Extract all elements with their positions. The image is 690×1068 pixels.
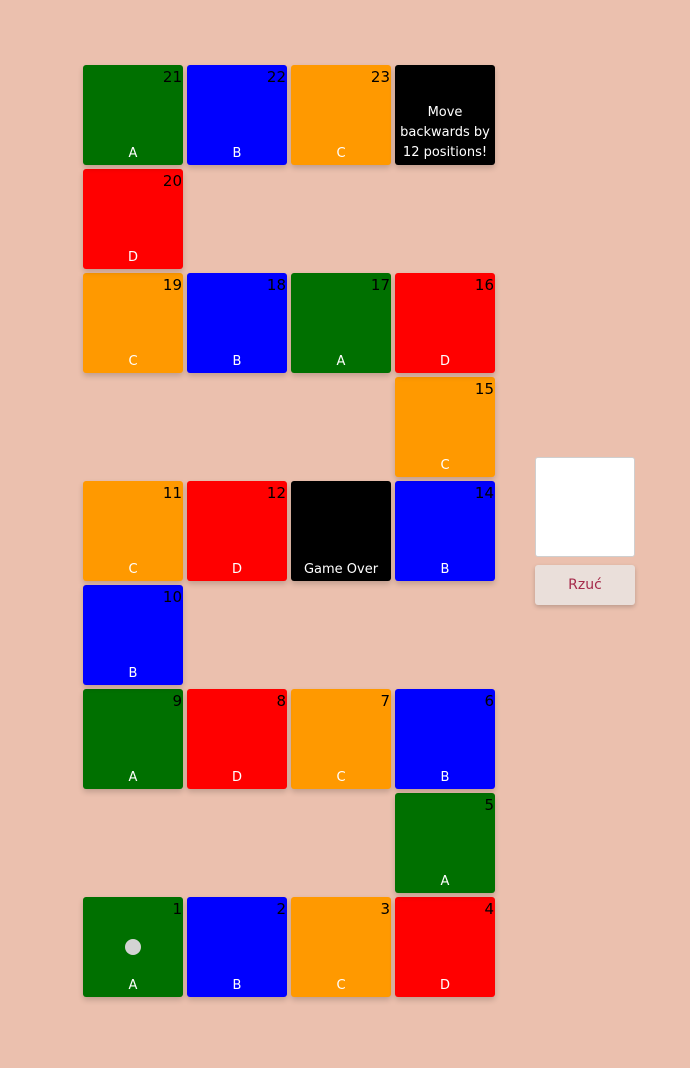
board-tile-5: 5A: [395, 793, 495, 893]
tile-number: 11: [162, 484, 182, 502]
dice-display: [535, 457, 635, 557]
tile-number: 10: [162, 588, 182, 606]
board-tile-3: 3C: [291, 897, 391, 997]
board-tile-23: 23 C: [291, 65, 391, 165]
tile-number: 19: [162, 276, 182, 294]
tile-number: 7: [380, 692, 390, 710]
tile-label: C: [128, 354, 138, 369]
tile-label: Game Over: [303, 562, 379, 577]
tile-label: C: [336, 146, 346, 161]
tile-number: 2: [276, 900, 286, 918]
board-tile-18: 18 B: [187, 273, 287, 373]
tile-label: C: [128, 562, 138, 577]
board-tile-17: 17 A: [291, 273, 391, 373]
board-tile-9: 9A: [83, 689, 183, 789]
board-tile-1: 1A: [83, 897, 183, 997]
board-tile-6: 6B: [395, 689, 495, 789]
board-tile-20: 20 D: [83, 169, 183, 269]
board-tile-22: 22 B: [187, 65, 287, 165]
tile-label: D: [231, 770, 242, 785]
board-tile-14: 14 B: [395, 481, 495, 581]
tile-number: 23: [370, 68, 390, 86]
tile-number: 21: [162, 68, 182, 86]
board-tile-10: 10 B: [83, 585, 183, 685]
board-tile-15: 15 C: [395, 377, 495, 477]
tile-label: B: [232, 978, 242, 993]
tile-number: 6: [484, 692, 494, 710]
tile-number: 22: [266, 68, 286, 86]
tile-label: A: [440, 874, 450, 889]
board-tile-11: 11 C: [83, 481, 183, 581]
tile-label: B: [128, 666, 138, 681]
board-tile-8: 8D: [187, 689, 287, 789]
tile-label: B: [232, 354, 242, 369]
roll-dice-button[interactable]: Rzuć: [535, 565, 635, 605]
tile-number: 14: [474, 484, 494, 502]
board-tile-16: 16 D: [395, 273, 495, 373]
tile-label: D: [231, 562, 242, 577]
board-tile-21: 21 A: [83, 65, 183, 165]
tile-number: 17: [370, 276, 390, 294]
tile-label: A: [128, 770, 138, 785]
tile-number: 20: [162, 172, 182, 190]
tile-label: C: [336, 978, 346, 993]
tile-number: 5: [484, 796, 494, 814]
tile-label: D: [439, 354, 450, 369]
tile-label: Move backwards by 12 positions!: [400, 105, 490, 160]
tile-number: 8: [276, 692, 286, 710]
tile-number: 4: [484, 900, 494, 918]
player-pawn: [125, 939, 141, 955]
tile-label: D: [439, 978, 450, 993]
tile-label: B: [232, 146, 242, 161]
tile-number: 18: [266, 276, 286, 294]
board-tile-7: 7C: [291, 689, 391, 789]
tile-number: 1: [172, 900, 182, 918]
tile-number: 16: [474, 276, 494, 294]
tile-label: A: [128, 146, 138, 161]
board-tile-19: 19 C: [83, 273, 183, 373]
tile-label: C: [336, 770, 346, 785]
tile-number: 12: [266, 484, 286, 502]
board-tile-24: Move backwards by 12 positions!: [395, 65, 495, 165]
tile-label: B: [440, 770, 450, 785]
board-tile-13: Game Over: [291, 481, 391, 581]
tile-number: 9: [172, 692, 182, 710]
tile-label: A: [128, 978, 138, 993]
tile-label: A: [336, 354, 346, 369]
board-tile-4: 4D: [395, 897, 495, 997]
tile-label: C: [440, 458, 450, 473]
board-tile-12: 12 D: [187, 481, 287, 581]
tile-label: D: [127, 250, 138, 265]
tile-number: 15: [474, 380, 494, 398]
board-tile-2: 2B: [187, 897, 287, 997]
tile-number: 3: [380, 900, 390, 918]
tile-label: B: [440, 562, 450, 577]
